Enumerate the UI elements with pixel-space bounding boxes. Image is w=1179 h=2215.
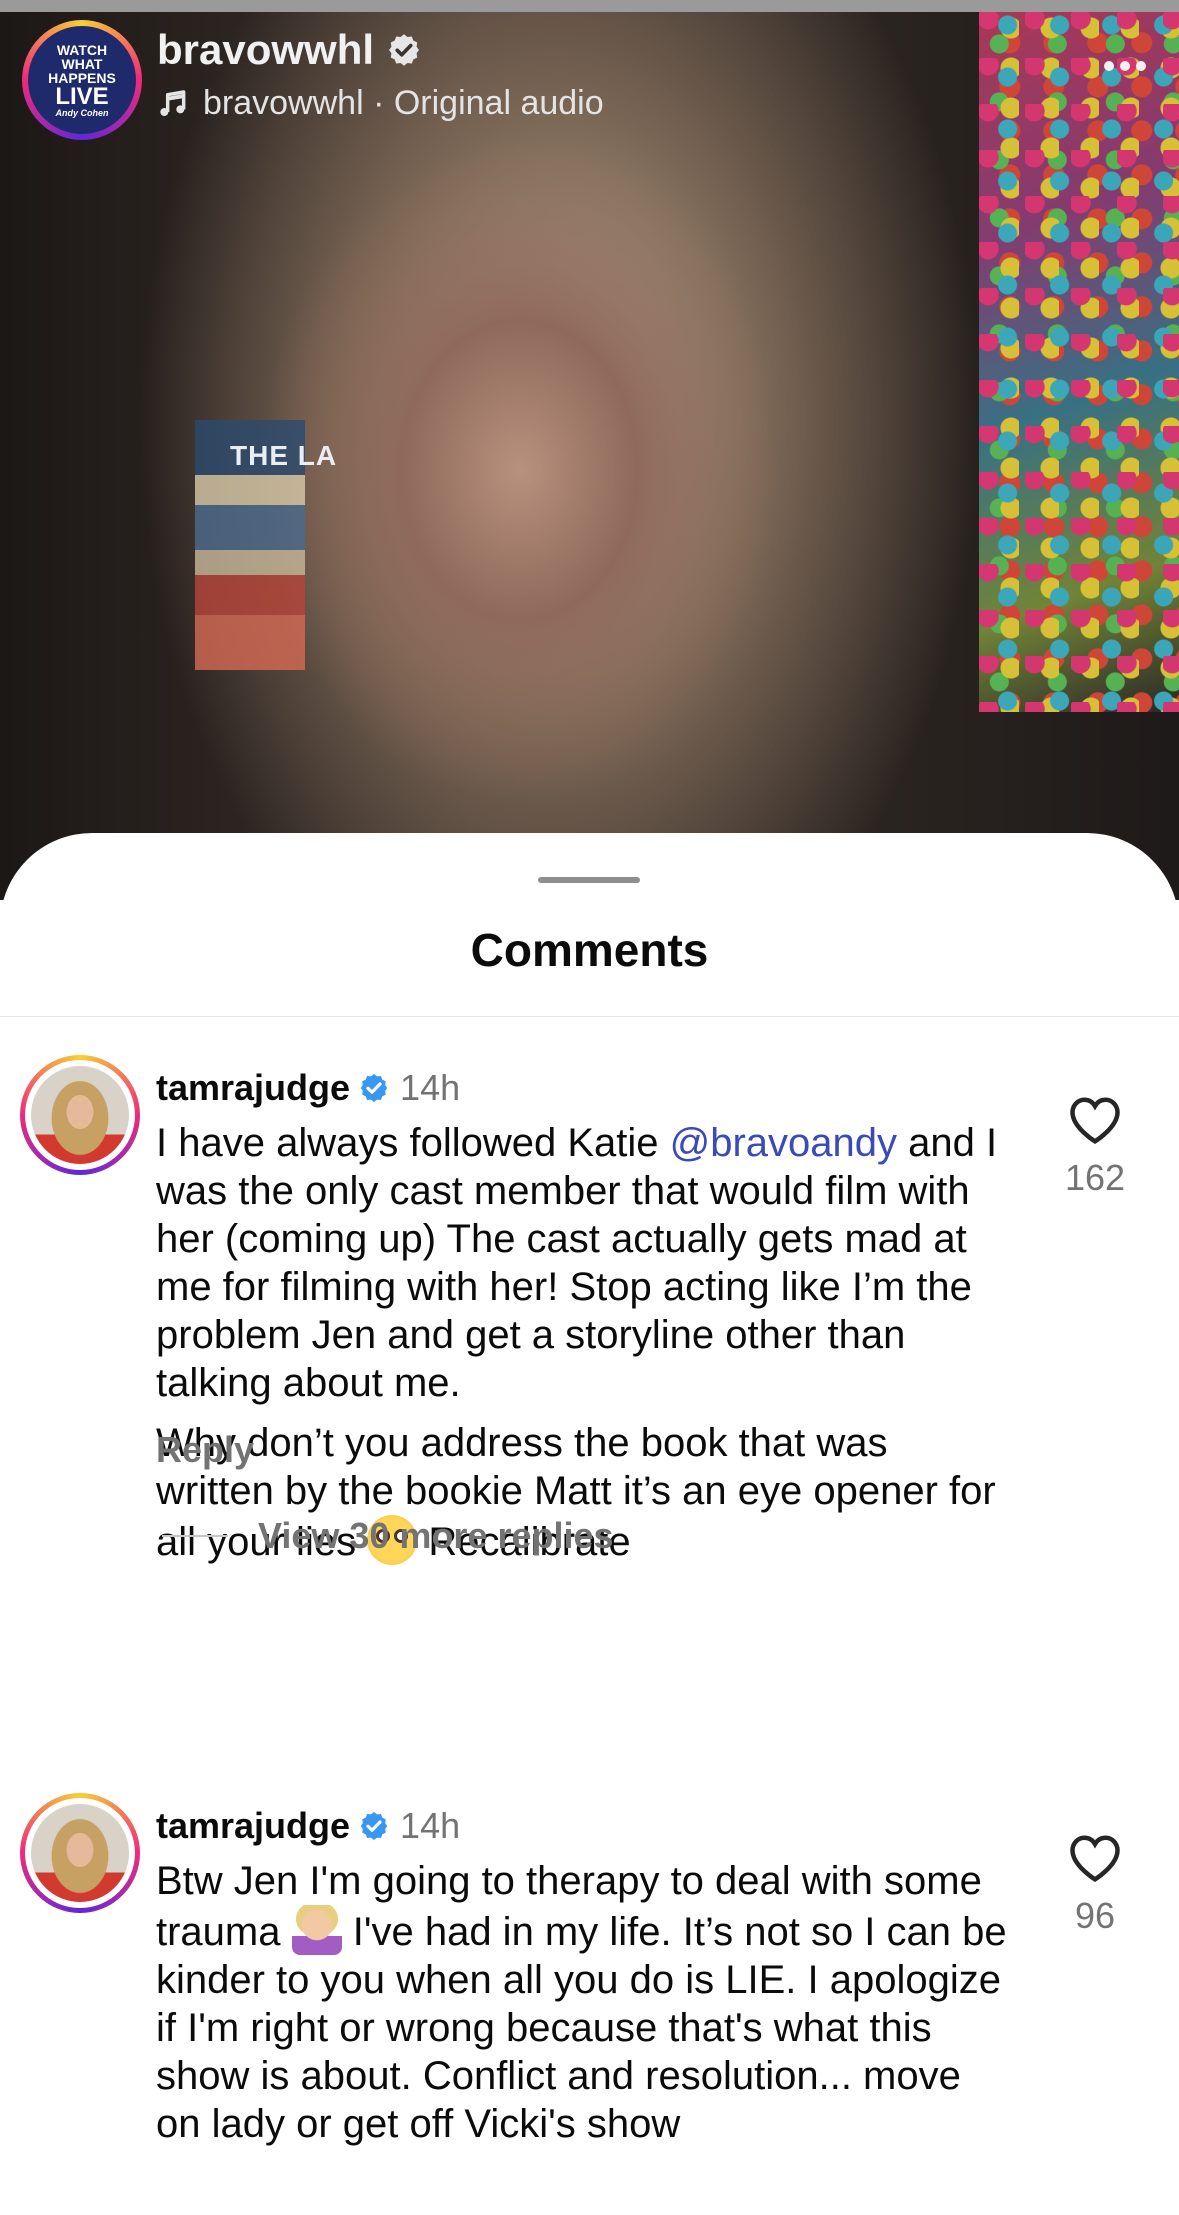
audio-title: Original audio (393, 84, 604, 122)
like-count: 162 (1064, 1157, 1126, 1198)
like-control: 162 (1060, 1095, 1130, 1199)
comment-header: tamrajudge 14h (156, 1067, 460, 1109)
commenter-avatar[interactable] (20, 1055, 140, 1175)
audio-owner: bravowwhl (203, 84, 364, 122)
verified-badge-icon (389, 34, 420, 66)
comment-username[interactable]: tamrajudge (156, 1067, 350, 1109)
person-facepalming-emoji-icon (291, 1905, 342, 1955)
heart-icon[interactable] (1068, 1833, 1122, 1883)
reel-video[interactable]: THE LA WATCH WHAT HAPPENS LIVE Andy Cohe… (0, 0, 1179, 900)
verified-badge-icon (360, 1074, 388, 1102)
mention-link[interactable]: @bravoandy (670, 1121, 897, 1165)
music-note-icon (160, 89, 186, 116)
sheet-title: Comments (470, 924, 709, 976)
like-control: 96 (1060, 1833, 1130, 1937)
view-replies-label[interactable]: View 30 more replies (258, 1515, 614, 1557)
commenter-avatar[interactable] (20, 1793, 140, 1913)
view-more-replies-button[interactable]: View 30 more replies (162, 1515, 614, 1557)
audio-separator: · (363, 84, 394, 122)
avatar-photo (31, 1066, 129, 1164)
account-name-text[interactable]: bravowwhl (157, 26, 374, 74)
comment-paragraph: I have always followed Katie @bravoandy … (156, 1121, 998, 1405)
sheet-drag-handle[interactable] (538, 877, 640, 883)
wwhl-logo: WATCH WHAT HAPPENS LIVE Andy Cohen (28, 26, 136, 134)
post-header: WATCH WHAT HAPPENS LIVE Andy Cohen bravo… (22, 20, 1162, 140)
comments-sheet: Comments tamrajudge 14h I have always fo… (0, 833, 1179, 2215)
account-avatar[interactable]: WATCH WHAT HAPPENS LIVE Andy Cohen (22, 20, 142, 140)
comment-text: Btw Jen I'm going to therapy to deal wit… (156, 1857, 1016, 2148)
like-count: 96 (1074, 1895, 1116, 1936)
status-strip (0, 0, 1179, 12)
divider (0, 1016, 1179, 1017)
comment-paragraph: Btw Jen I'm going to therapy to deal wit… (156, 1859, 1007, 2146)
heart-icon[interactable] (1068, 1095, 1122, 1145)
comment-header: tamrajudge 14h (156, 1805, 460, 1847)
comment-text: I have always followed Katie @bravoandy … (156, 1119, 1016, 1566)
comment-username[interactable]: tamrajudge (156, 1805, 350, 1847)
more-options-icon[interactable] (1104, 58, 1154, 74)
comment-timestamp: 14h (400, 1805, 461, 1846)
avatar-photo (31, 1804, 129, 1902)
verified-badge-icon (360, 1812, 388, 1840)
reply-button[interactable]: Reply (156, 1429, 254, 1471)
replies-line (162, 1535, 228, 1537)
comment-timestamp: 14h (400, 1067, 461, 1108)
account-name[interactable]: bravowwhl (157, 26, 422, 74)
original-audio-link[interactable]: bravowwhl · Original audio (157, 84, 604, 123)
video-book-text: THE LA (230, 440, 338, 471)
